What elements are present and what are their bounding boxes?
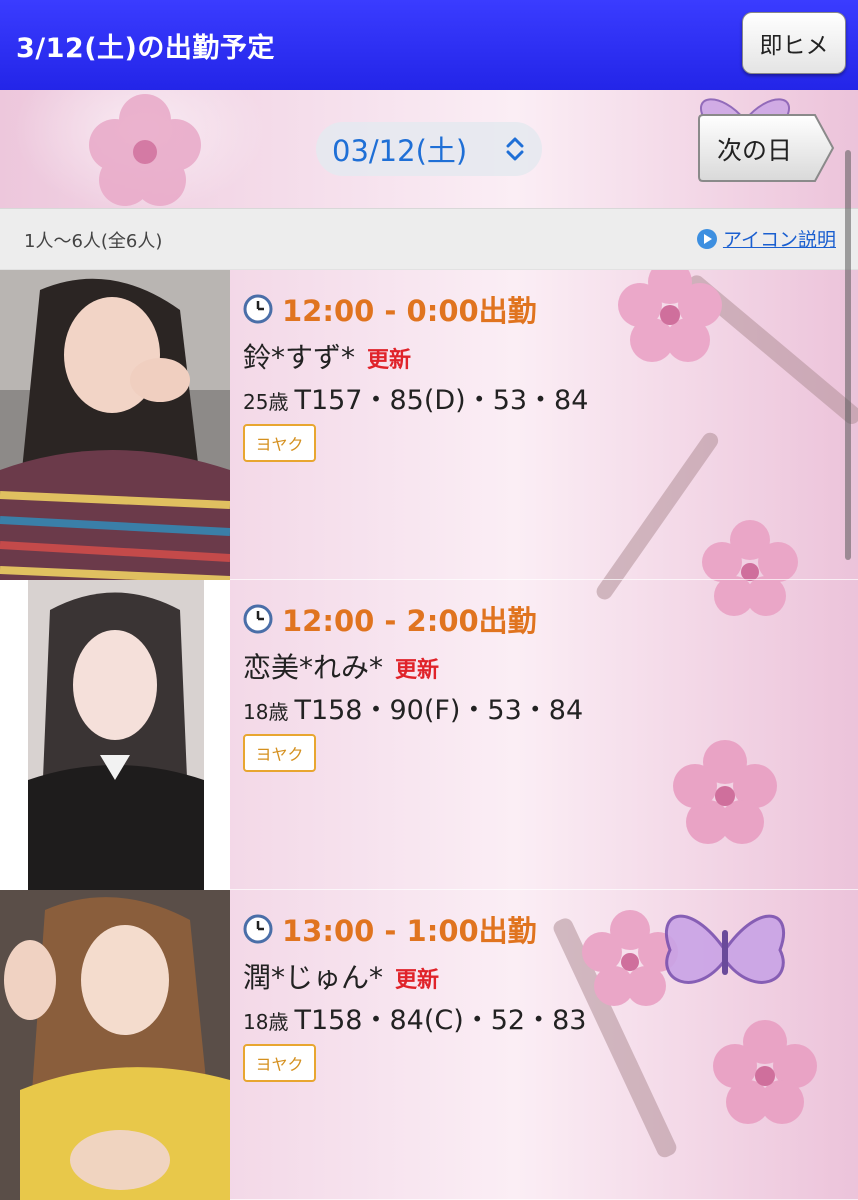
blossom-decoration <box>89 94 201 206</box>
cast-name[interactable]: 潤*じゅん* <box>243 956 383 996</box>
cast-name[interactable]: 鈴*すず* <box>243 336 355 376</box>
shift-time-text: 12:00 - 0:00出勤 <box>282 294 537 328</box>
cast-row[interactable]: 12:00 - 0:00出勤 鈴*すず* 更新 25歳 T157・85(D)・53… <box>0 270 858 580</box>
chevron-updown-icon <box>506 137 524 161</box>
next-day-label: 次の日 <box>717 136 793 165</box>
cast-photo[interactable] <box>0 270 230 580</box>
shift-time: 12:00 - 2:00出勤 <box>243 598 537 640</box>
cast-row[interactable]: 12:00 - 2:00出勤 恋美*れみ* 更新 18歳 T158・90(F)・5… <box>0 580 858 890</box>
result-count-bar: 1人〜6人(全6人) アイコン説明 <box>0 208 858 270</box>
icon-help-label: アイコン説明 <box>722 229 836 251</box>
cast-stats: 18歳 T158・90(F)・53・84 <box>243 688 583 727</box>
shift-time: 12:00 - 0:00出勤 <box>243 288 537 330</box>
reserve-button[interactable]: ヨヤク <box>243 1044 316 1082</box>
update-badge: 更新 <box>367 348 412 373</box>
cast-age: 18歳 <box>243 1010 289 1034</box>
shift-time-text: 13:00 - 1:00出勤 <box>282 914 537 948</box>
instant-hime-button[interactable]: 即ヒメ <box>742 12 846 74</box>
reserve-button[interactable]: ヨヤク <box>243 424 316 462</box>
update-badge: 更新 <box>395 658 440 683</box>
header-bar: 3/12(土)の出勤予定 即ヒメ <box>0 0 858 90</box>
cast-measurements: T158・90(F)・53・84 <box>294 695 584 726</box>
cast-photo[interactable] <box>0 580 230 890</box>
shift-time-text: 12:00 - 2:00出勤 <box>282 604 537 638</box>
cast-photo-image <box>0 270 230 580</box>
selected-date: 03/12(土) <box>332 134 468 168</box>
page-title: 3/12(土)の出勤予定 <box>16 32 275 64</box>
clock-icon <box>243 914 273 944</box>
icon-help-link[interactable]: アイコン説明 <box>696 225 836 252</box>
cast-age: 18歳 <box>243 700 289 724</box>
clock-icon <box>243 604 273 634</box>
cast-name-line: 潤*じゅん* 更新 <box>243 956 439 996</box>
cast-stats: 18歳 T158・84(C)・52・83 <box>243 998 586 1037</box>
update-badge: 更新 <box>395 968 440 993</box>
play-icon <box>696 228 717 249</box>
cast-age: 25歳 <box>243 390 289 414</box>
reserve-button[interactable]: ヨヤク <box>243 734 316 772</box>
cast-photo-image <box>0 890 230 1200</box>
cast-measurements: T157・85(D)・53・84 <box>294 385 589 416</box>
cast-photo-image <box>0 580 230 890</box>
cast-name-line: 恋美*れみ* 更新 <box>243 646 439 686</box>
next-day-button[interactable]: 次の日 <box>697 113 837 183</box>
cast-row[interactable]: 13:00 - 1:00出勤 潤*じゅん* 更新 18歳 T158・84(C)・5… <box>0 890 858 1200</box>
cast-name-line: 鈴*すず* 更新 <box>243 336 411 376</box>
date-select[interactable]: 03/12(土) <box>316 122 542 176</box>
result-count: 1人〜6人(全6人) <box>24 231 163 252</box>
cast-stats: 25歳 T157・85(D)・53・84 <box>243 378 588 417</box>
cast-name[interactable]: 恋美*れみ* <box>243 646 383 686</box>
shift-time: 13:00 - 1:00出勤 <box>243 908 537 950</box>
cast-photo[interactable] <box>0 890 230 1200</box>
cast-measurements: T158・84(C)・52・83 <box>294 1005 587 1036</box>
clock-icon <box>243 294 273 324</box>
